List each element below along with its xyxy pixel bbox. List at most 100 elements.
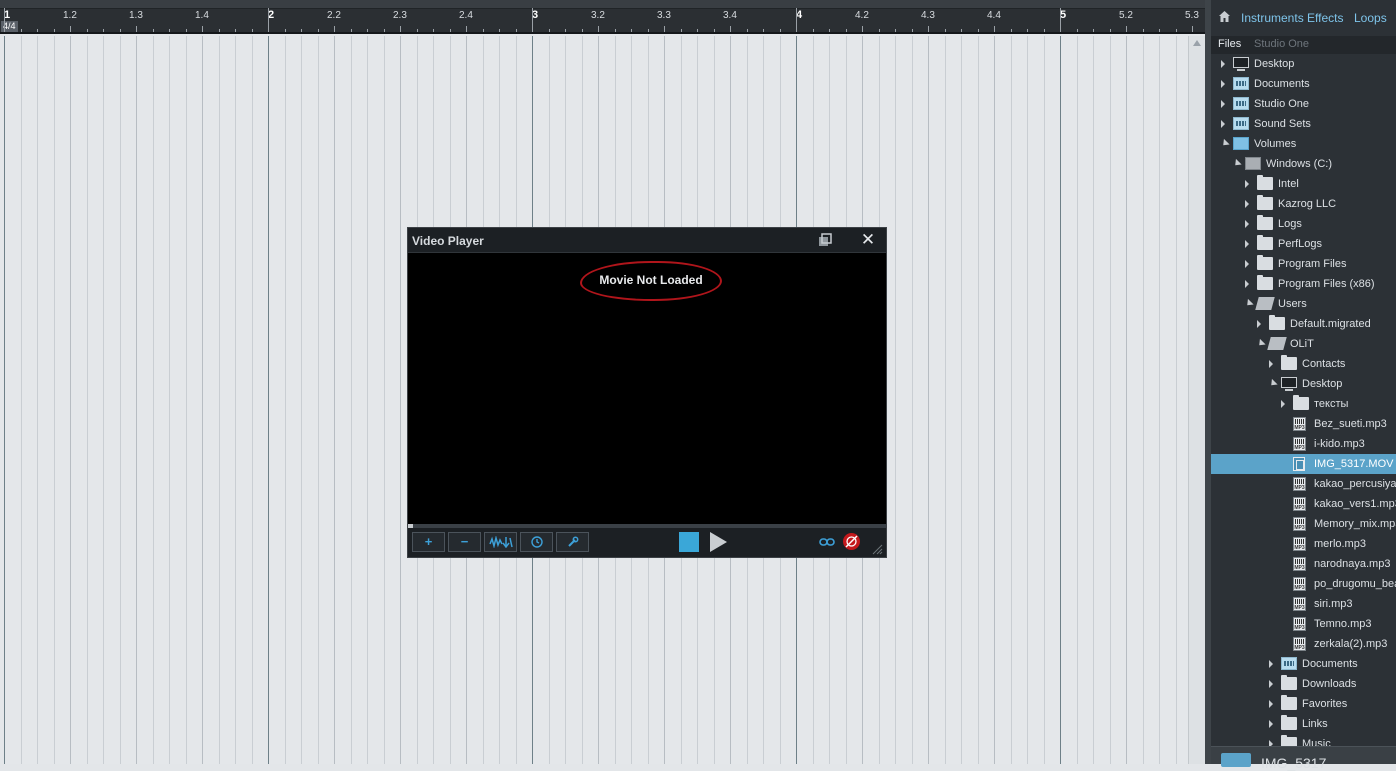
collapse-arrow-icon[interactable] bbox=[1256, 338, 1266, 349]
tree-item[interactable]: Program Files bbox=[1211, 254, 1396, 274]
extract-audio-button[interactable] bbox=[484, 532, 517, 552]
collapse-arrow-icon[interactable] bbox=[1268, 378, 1278, 389]
ruler-label: 2.2 bbox=[327, 10, 341, 21]
collapse-arrow-icon[interactable] bbox=[1220, 138, 1230, 149]
zoom-in-button[interactable]: + bbox=[412, 532, 445, 552]
play-button[interactable] bbox=[710, 532, 727, 552]
home-icon[interactable] bbox=[1218, 10, 1231, 23]
ruler-tick bbox=[763, 29, 764, 32]
folder-icon bbox=[1257, 235, 1273, 250]
folder-icon bbox=[1293, 395, 1309, 410]
tree-item[interactable]: Contacts bbox=[1211, 354, 1396, 374]
ruler-tick bbox=[367, 29, 368, 32]
expand-arrow-icon[interactable] bbox=[1269, 660, 1273, 668]
expand-arrow-icon[interactable] bbox=[1221, 100, 1225, 108]
tree-item[interactable]: Documents bbox=[1211, 74, 1396, 94]
expand-arrow-icon[interactable] bbox=[1269, 720, 1273, 728]
tree-item[interactable]: Program Files (x86) bbox=[1211, 274, 1396, 294]
browser-preview-bar: IMG_5317 bbox=[1211, 746, 1396, 771]
mp3-file-icon bbox=[1293, 517, 1306, 531]
folder-icon bbox=[1257, 215, 1273, 230]
tree-item[interactable]: po_drugomu_beat.mp3 bbox=[1211, 574, 1396, 594]
video-player-window[interactable]: Video Player ✕ Movie Not Loaded + − bbox=[407, 227, 887, 558]
expand-arrow-icon[interactable] bbox=[1269, 360, 1273, 368]
tab-effects[interactable]: Effects bbox=[1307, 11, 1343, 25]
zoom-out-button[interactable]: − bbox=[448, 532, 481, 552]
tree-item[interactable]: Studio One bbox=[1211, 94, 1396, 114]
tree-item[interactable]: Default.migrated bbox=[1211, 314, 1396, 334]
close-icon[interactable]: ✕ bbox=[860, 231, 876, 249]
ruler-tick bbox=[532, 8, 533, 32]
tree-item[interactable]: IMG_5317.MOV bbox=[1211, 454, 1396, 474]
tree-item-label: Sound Sets bbox=[1254, 118, 1311, 130]
collapse-arrow-icon[interactable] bbox=[1244, 298, 1254, 309]
expand-arrow-icon[interactable] bbox=[1269, 700, 1273, 708]
folder-icon bbox=[1257, 195, 1273, 210]
tree-item[interactable]: Intel bbox=[1211, 174, 1396, 194]
tree-item[interactable]: Sound Sets bbox=[1211, 114, 1396, 134]
tree-item[interactable]: narodnaya.mp3 bbox=[1211, 554, 1396, 574]
vertical-scrollbar[interactable] bbox=[1188, 36, 1205, 764]
ruler-tick bbox=[747, 29, 748, 32]
tree-item[interactable]: Desktop bbox=[1211, 374, 1396, 394]
tab-instruments[interactable]: Instruments bbox=[1241, 11, 1304, 25]
tree-item[interactable]: Downloads bbox=[1211, 674, 1396, 694]
tree-item[interactable]: Volumes bbox=[1211, 134, 1396, 154]
expand-arrow-icon[interactable] bbox=[1281, 400, 1285, 408]
tree-item[interactable]: Favorites bbox=[1211, 694, 1396, 714]
tree-item[interactable]: kakao_percusiya.mp3 bbox=[1211, 474, 1396, 494]
tree-item[interactable]: Logs bbox=[1211, 214, 1396, 234]
ruler-tick bbox=[252, 29, 253, 32]
tree-item[interactable]: Documents bbox=[1211, 654, 1396, 674]
tree-item[interactable]: i-kido.mp3 bbox=[1211, 434, 1396, 454]
tree-item[interactable]: Music bbox=[1211, 734, 1396, 746]
expand-arrow-icon[interactable] bbox=[1245, 200, 1249, 208]
ruler-tick bbox=[1027, 29, 1028, 32]
tree-item[interactable]: Windows (C:) bbox=[1211, 154, 1396, 174]
tab-loops[interactable]: Loops bbox=[1354, 11, 1387, 25]
detach-window-icon[interactable] bbox=[818, 233, 832, 247]
expand-arrow-icon[interactable] bbox=[1245, 220, 1249, 228]
tree-item[interactable]: Bez_sueti.mp3 bbox=[1211, 414, 1396, 434]
tree-item-label: Studio One bbox=[1254, 98, 1310, 110]
expand-arrow-icon[interactable] bbox=[1245, 260, 1249, 268]
expand-arrow-icon[interactable] bbox=[1221, 60, 1225, 68]
collapse-arrow-icon[interactable] bbox=[1232, 158, 1242, 169]
expand-arrow-icon[interactable] bbox=[1245, 240, 1249, 248]
settings-button[interactable] bbox=[556, 532, 589, 552]
tree-item[interactable]: тексты bbox=[1211, 394, 1396, 414]
scroll-up-arrow-icon[interactable] bbox=[1193, 40, 1201, 46]
tree-item-label: Desktop bbox=[1254, 58, 1295, 70]
expand-arrow-icon[interactable] bbox=[1257, 320, 1261, 328]
tree-item[interactable]: Links bbox=[1211, 714, 1396, 734]
stop-button[interactable] bbox=[679, 532, 699, 552]
tree-item[interactable]: Users bbox=[1211, 294, 1396, 314]
resize-grip-icon[interactable] bbox=[871, 543, 883, 555]
video-player-titlebar[interactable]: Video Player ✕ bbox=[408, 228, 886, 253]
tree-item[interactable]: OLiT bbox=[1211, 334, 1396, 354]
link-icon[interactable] bbox=[819, 537, 835, 547]
tree-item[interactable]: zerkala(2).mp3 bbox=[1211, 634, 1396, 654]
tree-item[interactable]: kakao_vers1.mp3 bbox=[1211, 494, 1396, 514]
tree-item[interactable]: Kazrog LLC bbox=[1211, 194, 1396, 214]
ruler-tick bbox=[70, 26, 71, 32]
ruler-tick bbox=[681, 29, 682, 32]
tree-item[interactable]: PerfLogs bbox=[1211, 234, 1396, 254]
tree-item[interactable]: Temno.mp3 bbox=[1211, 614, 1396, 634]
sync-disabled-icon[interactable] bbox=[843, 533, 860, 550]
time-offset-button[interactable] bbox=[520, 532, 553, 552]
expand-arrow-icon[interactable] bbox=[1245, 180, 1249, 188]
tree-item[interactable]: merlo.mp3 bbox=[1211, 534, 1396, 554]
expand-arrow-icon[interactable] bbox=[1269, 680, 1273, 688]
tree-item[interactable]: siri.mp3 bbox=[1211, 594, 1396, 614]
expand-arrow-icon[interactable] bbox=[1221, 80, 1225, 88]
subtab-studio-one[interactable]: Studio One bbox=[1254, 38, 1309, 50]
system-folder-icon bbox=[1233, 117, 1249, 130]
subtab-files[interactable]: Files bbox=[1218, 38, 1241, 50]
tree-item[interactable]: Desktop bbox=[1211, 54, 1396, 74]
timeline-ruler[interactable]: 1 1.2 1.3 1.4 2 2.2 2.3 2.4 3 3.2 3.3 3.4 4 4.2 4.3 4.4… bbox=[0, 0, 1205, 34]
expand-arrow-icon[interactable] bbox=[1245, 280, 1249, 288]
expand-arrow-icon[interactable] bbox=[1221, 120, 1225, 128]
arrange-view[interactable]: 1 1.2 1.3 1.4 2 2.2 2.3 2.4 3 3.2 3.3 3.4 4 4.2 4.3 4.4… bbox=[0, 0, 1205, 764]
tree-item[interactable]: Memory_mix.mp3 bbox=[1211, 514, 1396, 534]
